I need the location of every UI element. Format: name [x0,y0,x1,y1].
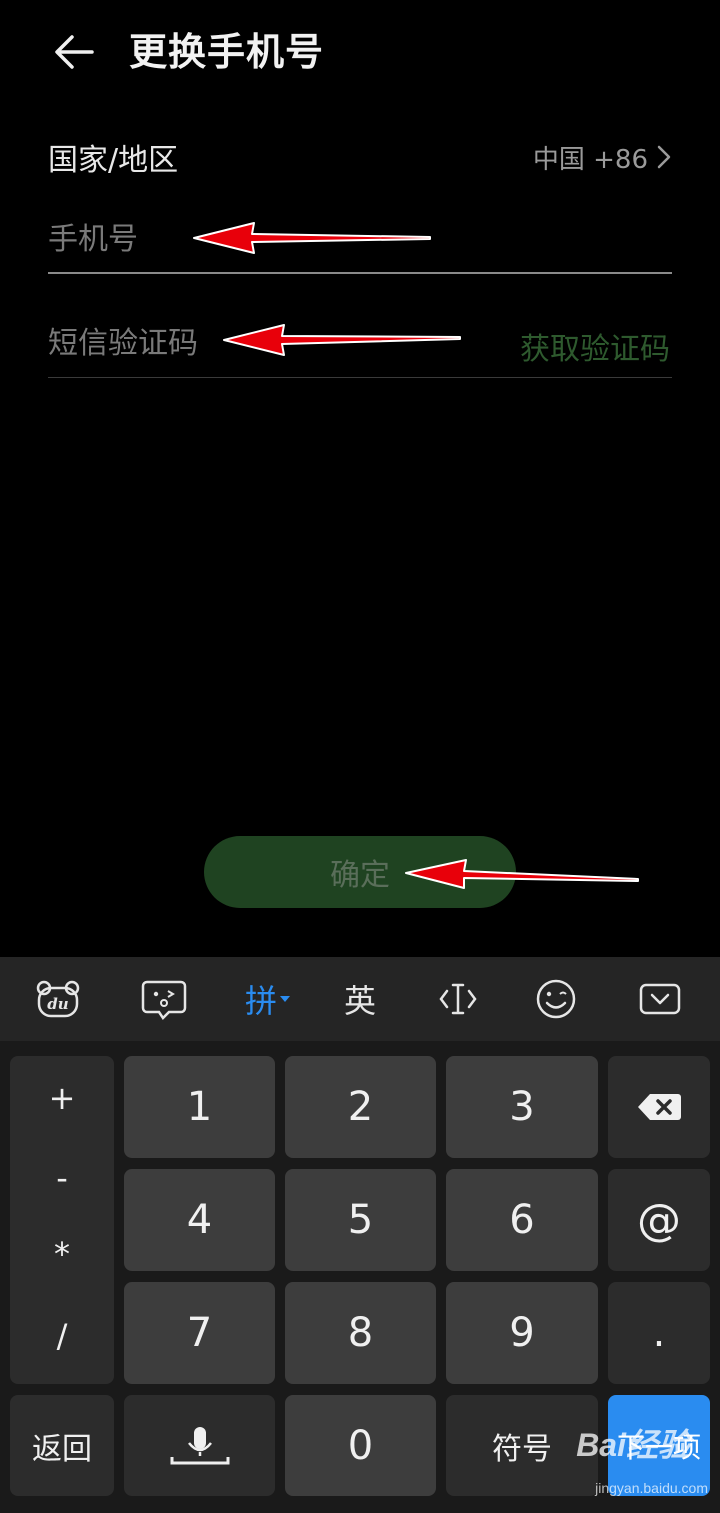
microphone-icon [170,1426,229,1464]
phone-input[interactable] [48,206,672,272]
back-arrow-icon [55,35,94,69]
keyboard-toolbar: du 拼 英 [0,957,720,1041]
toolbar-emoji-button[interactable] [516,957,596,1041]
symbol-key-plus[interactable]: + [10,1068,114,1128]
key-9[interactable]: 9 [446,1282,598,1384]
speech-bubble-face-icon [141,980,187,1020]
header: 更换手机号 [0,0,720,110]
region-value: 中国 +86 [532,144,648,175]
baidu-watermark: Bai经验 [576,1427,690,1463]
key-6[interactable]: 6 [446,1169,598,1271]
toolbar-cursor-button[interactable] [418,957,498,1041]
symbol-key-minus[interactable]: - [10,1148,114,1208]
toolbar-hide-keyboard-button[interactable] [620,957,700,1041]
key-0[interactable]: 0 [285,1395,436,1496]
back-button[interactable] [44,24,104,80]
country-region-row[interactable]: 国家/地区 中国 +86 [48,128,672,186]
toolbar-pinyin-button[interactable]: 拼 [228,957,308,1041]
svg-text:du: du [47,995,68,1013]
phone-field [48,206,672,274]
toolbar-baidu-button[interactable]: du [18,957,98,1041]
key-4[interactable]: 4 [124,1169,275,1271]
key-1[interactable]: 1 [124,1056,275,1158]
key-8[interactable]: 8 [285,1282,436,1384]
key-2[interactable]: 2 [285,1056,436,1158]
symbol-key[interactable]: 符号 [446,1395,598,1496]
confirm-button[interactable]: 确定 [204,836,516,908]
symbol-key-asterisk[interactable]: * [10,1224,114,1284]
symbol-key-slash[interactable]: / [10,1306,114,1366]
toolbar-expression-button[interactable] [124,957,204,1041]
confirm-label: 确定 [330,858,390,893]
dot-key[interactable]: . [608,1282,710,1384]
text-cursor-icon [439,983,477,1015]
region-label: 国家/地区 [48,143,179,178]
backspace-icon [638,1094,681,1120]
toolbar-english-button[interactable]: 英 [320,957,400,1041]
region-value-group: 中国 +86 [533,139,672,176]
chevron-right-icon [657,145,671,169]
english-label: 英 [343,982,376,1020]
symbol-column: + - * / [10,1056,114,1384]
caret-down-icon [280,996,290,1002]
back-key[interactable]: 返回 [10,1395,114,1496]
page-title: 更换手机号 [129,30,325,74]
smiley-icon [536,979,576,1019]
get-code-button[interactable]: 获取验证码 [520,324,670,368]
voice-key[interactable] [124,1395,275,1496]
key-5[interactable]: 5 [285,1169,436,1271]
key-7[interactable]: 7 [124,1282,275,1384]
sms-code-input[interactable] [48,310,488,377]
backspace-key[interactable] [608,1056,710,1158]
baidu-watermark-url: jingyan.baidu.com [595,1480,708,1496]
hide-keyboard-icon [639,983,681,1015]
key-3[interactable]: 3 [446,1056,598,1158]
sms-code-field: 获取验证码 [48,310,672,378]
at-key[interactable]: @ [608,1169,710,1271]
baidu-bear-icon: du [36,980,80,1018]
pinyin-label: 拼 [244,982,277,1020]
